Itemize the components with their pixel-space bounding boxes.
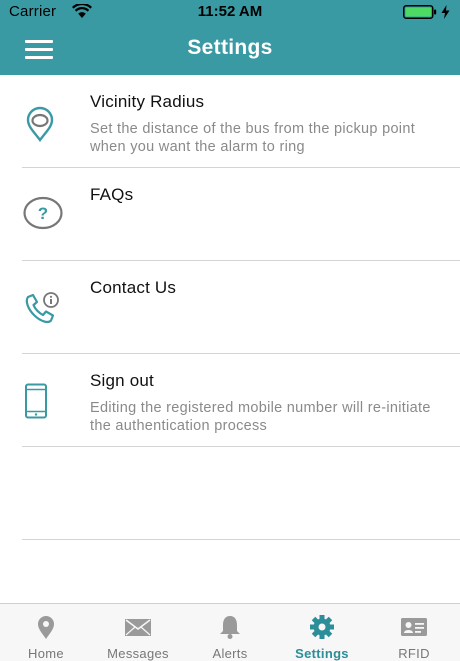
settings-item-sign-out[interactable]: Sign out Editing the registered mobile n… [0,354,460,447]
gear-icon [310,615,334,639]
question-icon: ? [23,196,63,230]
tab-label: Messages [107,646,169,661]
clock: 11:52 AM [197,3,263,20]
divider [22,539,460,540]
mobile-phone-icon [25,383,47,419]
envelope-icon [125,619,151,636]
location-pin-icon [38,616,54,639]
tab-messages[interactable]: Messages [92,604,184,661]
tab-home[interactable]: Home [0,604,92,661]
navigation-bar: Settings [0,24,460,75]
divider [22,446,460,447]
tab-label: Settings [295,646,349,661]
settings-list: Vicinity Radius Set the distance of the … [0,75,460,447]
tab-settings[interactable]: Settings [276,604,368,661]
settings-item-title: FAQs [90,185,134,204]
bell-icon [220,616,240,639]
tab-bar: Home Messages Alerts Settings RFID [0,603,460,661]
settings-item-vicinity-radius[interactable]: Vicinity Radius Set the distance of the … [0,75,460,168]
svg-text:?: ? [38,204,48,223]
page-title: Settings [187,36,273,59]
settings-item-subtitle: Set the distance of the bus from the pic… [90,121,416,155]
phone-info-icon [25,292,59,324]
battery-icon [403,5,437,19]
tab-label: RFID [398,646,430,661]
tab-rfid[interactable]: RFID [368,604,460,661]
settings-item-contact-us[interactable]: Contact Us [0,261,460,354]
settings-item-title: Vicinity Radius [90,92,205,111]
charging-bolt-icon [441,5,450,19]
tab-label: Alerts [212,646,248,661]
settings-item-faqs[interactable]: ? FAQs [0,168,460,261]
location-pin-icon [26,106,54,142]
tab-alerts[interactable]: Alerts [184,604,276,661]
settings-item-subtitle: Editing the registered mobile number wil… [90,400,431,434]
id-card-icon [401,618,427,636]
tab-label: Home [28,646,64,661]
status-bar: Carrier 11:52 AM [0,0,460,24]
settings-item-title: Contact Us [90,278,177,297]
settings-item-title: Sign out [90,371,154,390]
